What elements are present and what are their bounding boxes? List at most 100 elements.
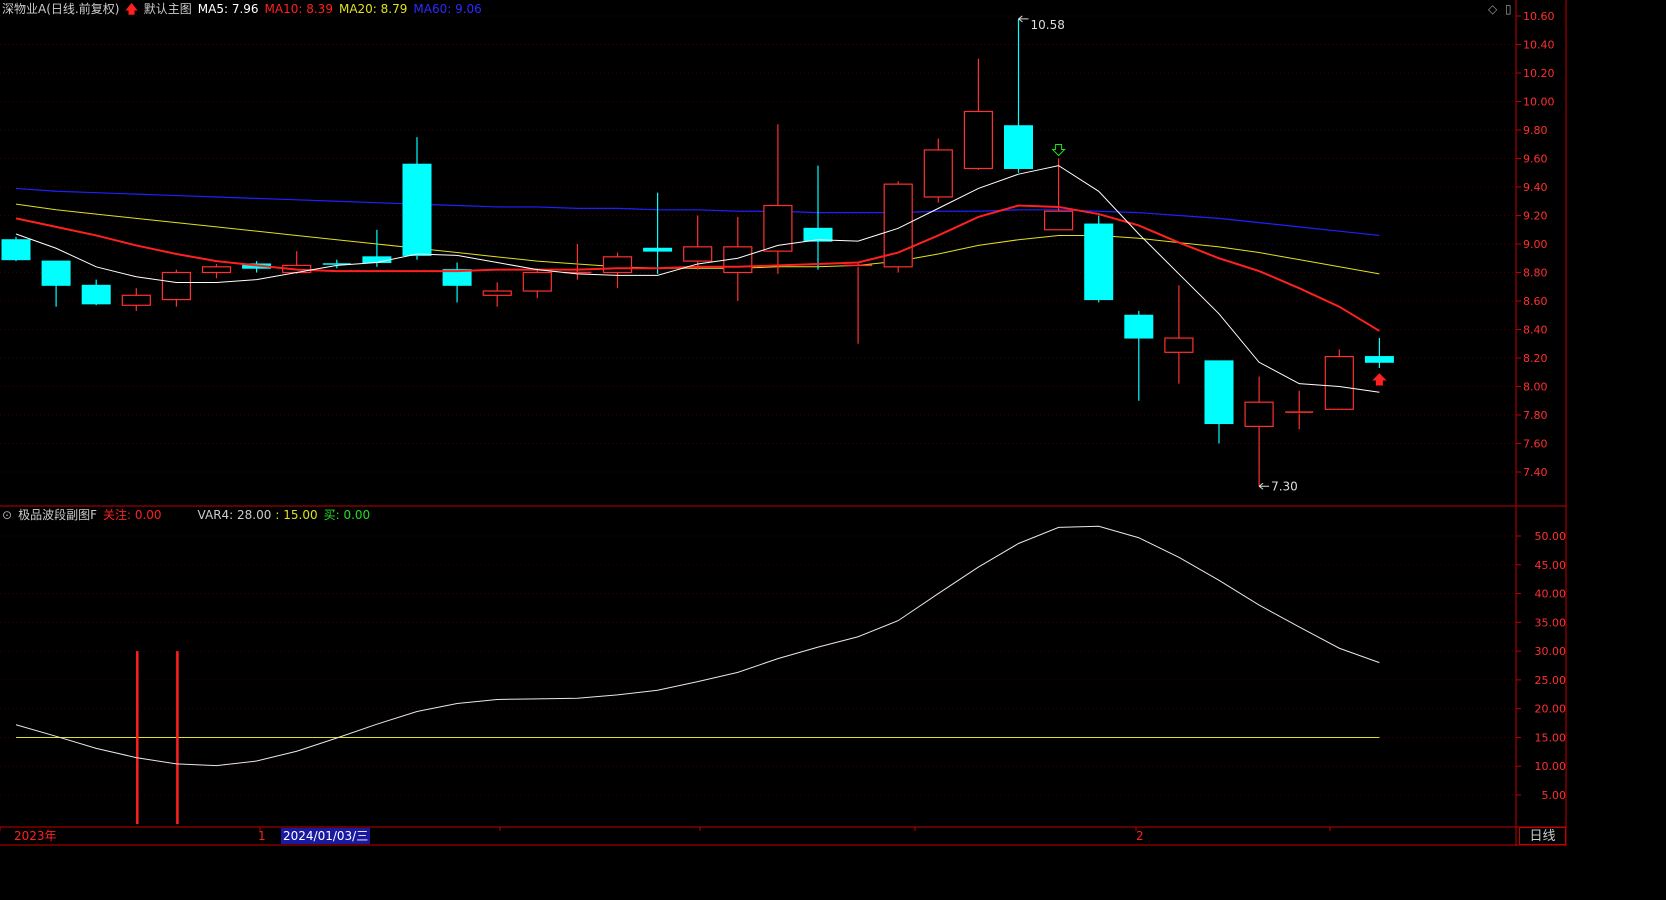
adjust-mode: (日线.前复权) xyxy=(46,2,120,16)
template-name[interactable]: 默认主图 xyxy=(144,2,192,16)
main-chart-header: 深物业A(日线.前复权) 🡅 默认主图 MA5: 7.96 MA10: 8.39 MA20… xyxy=(2,0,488,18)
candle-body xyxy=(683,246,713,262)
candle-body xyxy=(161,271,191,301)
candle-body xyxy=(1324,355,1354,410)
price-tick-label: 7.40 xyxy=(1523,466,1548,479)
price-tick-label: 10.20 xyxy=(1523,67,1555,80)
candle-body xyxy=(81,284,111,305)
indicator-tick-label: 30.00 xyxy=(1535,645,1567,658)
candle xyxy=(1285,390,1314,430)
candle-body xyxy=(402,163,432,256)
candle-body xyxy=(643,247,673,252)
candle xyxy=(763,124,793,274)
price-tick-label: 9.60 xyxy=(1523,153,1548,166)
indicator-tick-label: 15.00 xyxy=(1535,731,1567,744)
ma60-value: MA60: 9.06 xyxy=(413,2,482,16)
indicator-tick-label: 50.00 xyxy=(1535,530,1567,543)
candle xyxy=(201,263,232,279)
indicator-tick-label: 10.00 xyxy=(1535,760,1567,773)
candle xyxy=(883,181,913,273)
candle-body xyxy=(1004,125,1033,169)
candle-body xyxy=(1,239,31,261)
candle-body xyxy=(923,149,953,198)
candle-body xyxy=(41,260,71,286)
price-tick-label: 9.40 xyxy=(1523,181,1548,194)
indicator-tick-label: 45.00 xyxy=(1535,559,1567,572)
chart-root: 7.40 7.60 7.80 8.00 8.20 8.40 8.60 8.80 9.00 9.20… xyxy=(0,0,1666,896)
candle xyxy=(1204,360,1234,444)
price-tick-label: 7.80 xyxy=(1523,409,1548,422)
sell-signal-arrow-icon xyxy=(1051,144,1066,157)
candle xyxy=(1124,310,1154,401)
candle xyxy=(923,138,953,203)
price-tick-label: 10.60 xyxy=(1523,10,1555,23)
candle-body xyxy=(602,256,633,274)
low-price-label: 7.30 xyxy=(1271,479,1298,493)
candle xyxy=(362,229,392,267)
candle xyxy=(1364,338,1394,368)
var4-value: VAR4: 28.00 xyxy=(197,508,272,522)
kline-chart[interactable]: 7.40 7.60 7.80 8.00 8.20 8.40 8.60 8.80 9.00 9.20… xyxy=(0,0,1666,896)
var4-line xyxy=(15,525,1380,767)
candle-body xyxy=(963,110,994,170)
candle-body xyxy=(1084,223,1114,301)
candle xyxy=(522,268,552,299)
price-tick-label: 8.00 xyxy=(1523,381,1548,394)
guanzhu-value: 关注: 0.00 xyxy=(102,508,162,522)
buy-signal-arrow-icon xyxy=(1372,373,1387,386)
candle xyxy=(683,215,713,270)
price-tick-label: 9.20 xyxy=(1523,210,1548,223)
candle xyxy=(1084,215,1114,303)
month-mark-2: 2 xyxy=(1136,829,1144,843)
candle xyxy=(1244,376,1274,487)
var4-ref-value: : 15.00 xyxy=(275,508,318,522)
price-tick-label: 9.00 xyxy=(1523,238,1548,251)
candle xyxy=(602,252,633,289)
indicator-tick-label: 5.00 xyxy=(1542,789,1567,802)
candle-body xyxy=(1364,356,1394,363)
candle xyxy=(1043,158,1074,231)
candle-body xyxy=(1043,210,1074,231)
price-tick-label: 8.80 xyxy=(1523,267,1548,280)
candle xyxy=(1164,285,1194,384)
candle xyxy=(442,262,472,303)
low-marker-arrow xyxy=(1258,482,1270,490)
stock-name[interactable]: 深物业A xyxy=(2,2,46,16)
ma5-value: MA5: 7.96 xyxy=(197,2,259,16)
candle xyxy=(844,262,873,344)
candle-body xyxy=(482,290,512,296)
candle-body xyxy=(1164,337,1194,353)
candle xyxy=(41,260,71,307)
candle-body xyxy=(121,294,151,306)
indicator-menu-icon[interactable]: ⊙ xyxy=(2,508,12,522)
candle xyxy=(81,279,111,306)
candle xyxy=(803,165,833,270)
settings-icon[interactable]: ▯ xyxy=(1505,2,1512,16)
candle xyxy=(963,58,994,170)
indicator-tick-label: 25.00 xyxy=(1535,674,1567,687)
indicator-tick-label: 20.00 xyxy=(1535,703,1567,716)
crosshair-date-label: 2024/01/03/三 xyxy=(281,828,371,844)
indicator-tick-label: 40.00 xyxy=(1535,588,1567,601)
price-tick-label: 10.00 xyxy=(1523,96,1555,109)
candle-body xyxy=(362,256,392,264)
high-marker-arrow xyxy=(1018,15,1029,23)
candle xyxy=(121,288,151,311)
candle xyxy=(402,137,432,260)
candle xyxy=(1324,349,1354,410)
candle xyxy=(723,216,753,301)
period-button[interactable]: 日线 xyxy=(1519,827,1566,845)
candle-body xyxy=(1204,360,1234,425)
month-mark-1: 1 xyxy=(258,829,266,843)
indicator-name[interactable]: 极品波段副图F xyxy=(18,508,97,522)
candle xyxy=(1,236,31,262)
candle xyxy=(1004,18,1033,173)
ma10-value: MA10: 8.39 xyxy=(264,2,333,16)
up-arrow-icon: 🡅 xyxy=(125,2,138,16)
diamond-icon[interactable]: ◇ xyxy=(1488,2,1497,16)
high-price-label: 10.58 xyxy=(1031,18,1065,32)
candle xyxy=(643,192,673,274)
price-tick-label: 10.40 xyxy=(1523,39,1555,52)
indicator-tick-label: 35.00 xyxy=(1535,616,1567,629)
sub-chart-header: ⊙ 极品波段副图F 关注: 0.00 VAR4: 28.00: 15.00 买: 0.0… xyxy=(2,506,376,524)
